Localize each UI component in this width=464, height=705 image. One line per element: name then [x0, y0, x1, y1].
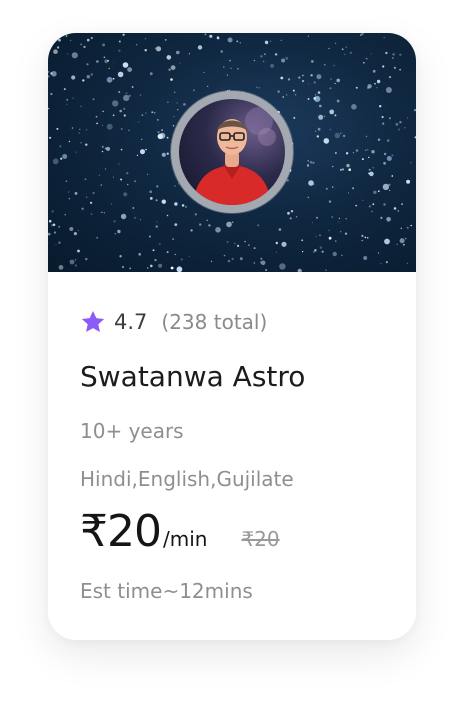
languages-text: Hindi,English,Gujilate [80, 467, 294, 491]
estimated-wait-time: Est time~12mins [80, 579, 253, 603]
rating-row: 4.7 (238 total) [80, 307, 267, 337]
avatar-ring [171, 91, 293, 213]
original-price: ₹20 [241, 527, 280, 551]
avatar[interactable] [179, 99, 285, 205]
rating-count: (238 total) [161, 310, 268, 334]
experience-text: 10+ years [80, 419, 184, 443]
astrologer-name: Swatanwa Astro [80, 360, 306, 393]
price-unit: /min [162, 527, 208, 551]
astrologer-card[interactable]: 4.7 (238 total) Swatanwa Astro 10+ years… [48, 33, 416, 640]
astrologer-photo [193, 107, 276, 205]
price-value: ₹20 [80, 506, 162, 557]
profile-banner [48, 33, 416, 272]
star-icon [81, 310, 105, 332]
price-row: ₹20 /min ₹20 [80, 506, 280, 566]
rating-value: 4.7 [114, 310, 148, 334]
